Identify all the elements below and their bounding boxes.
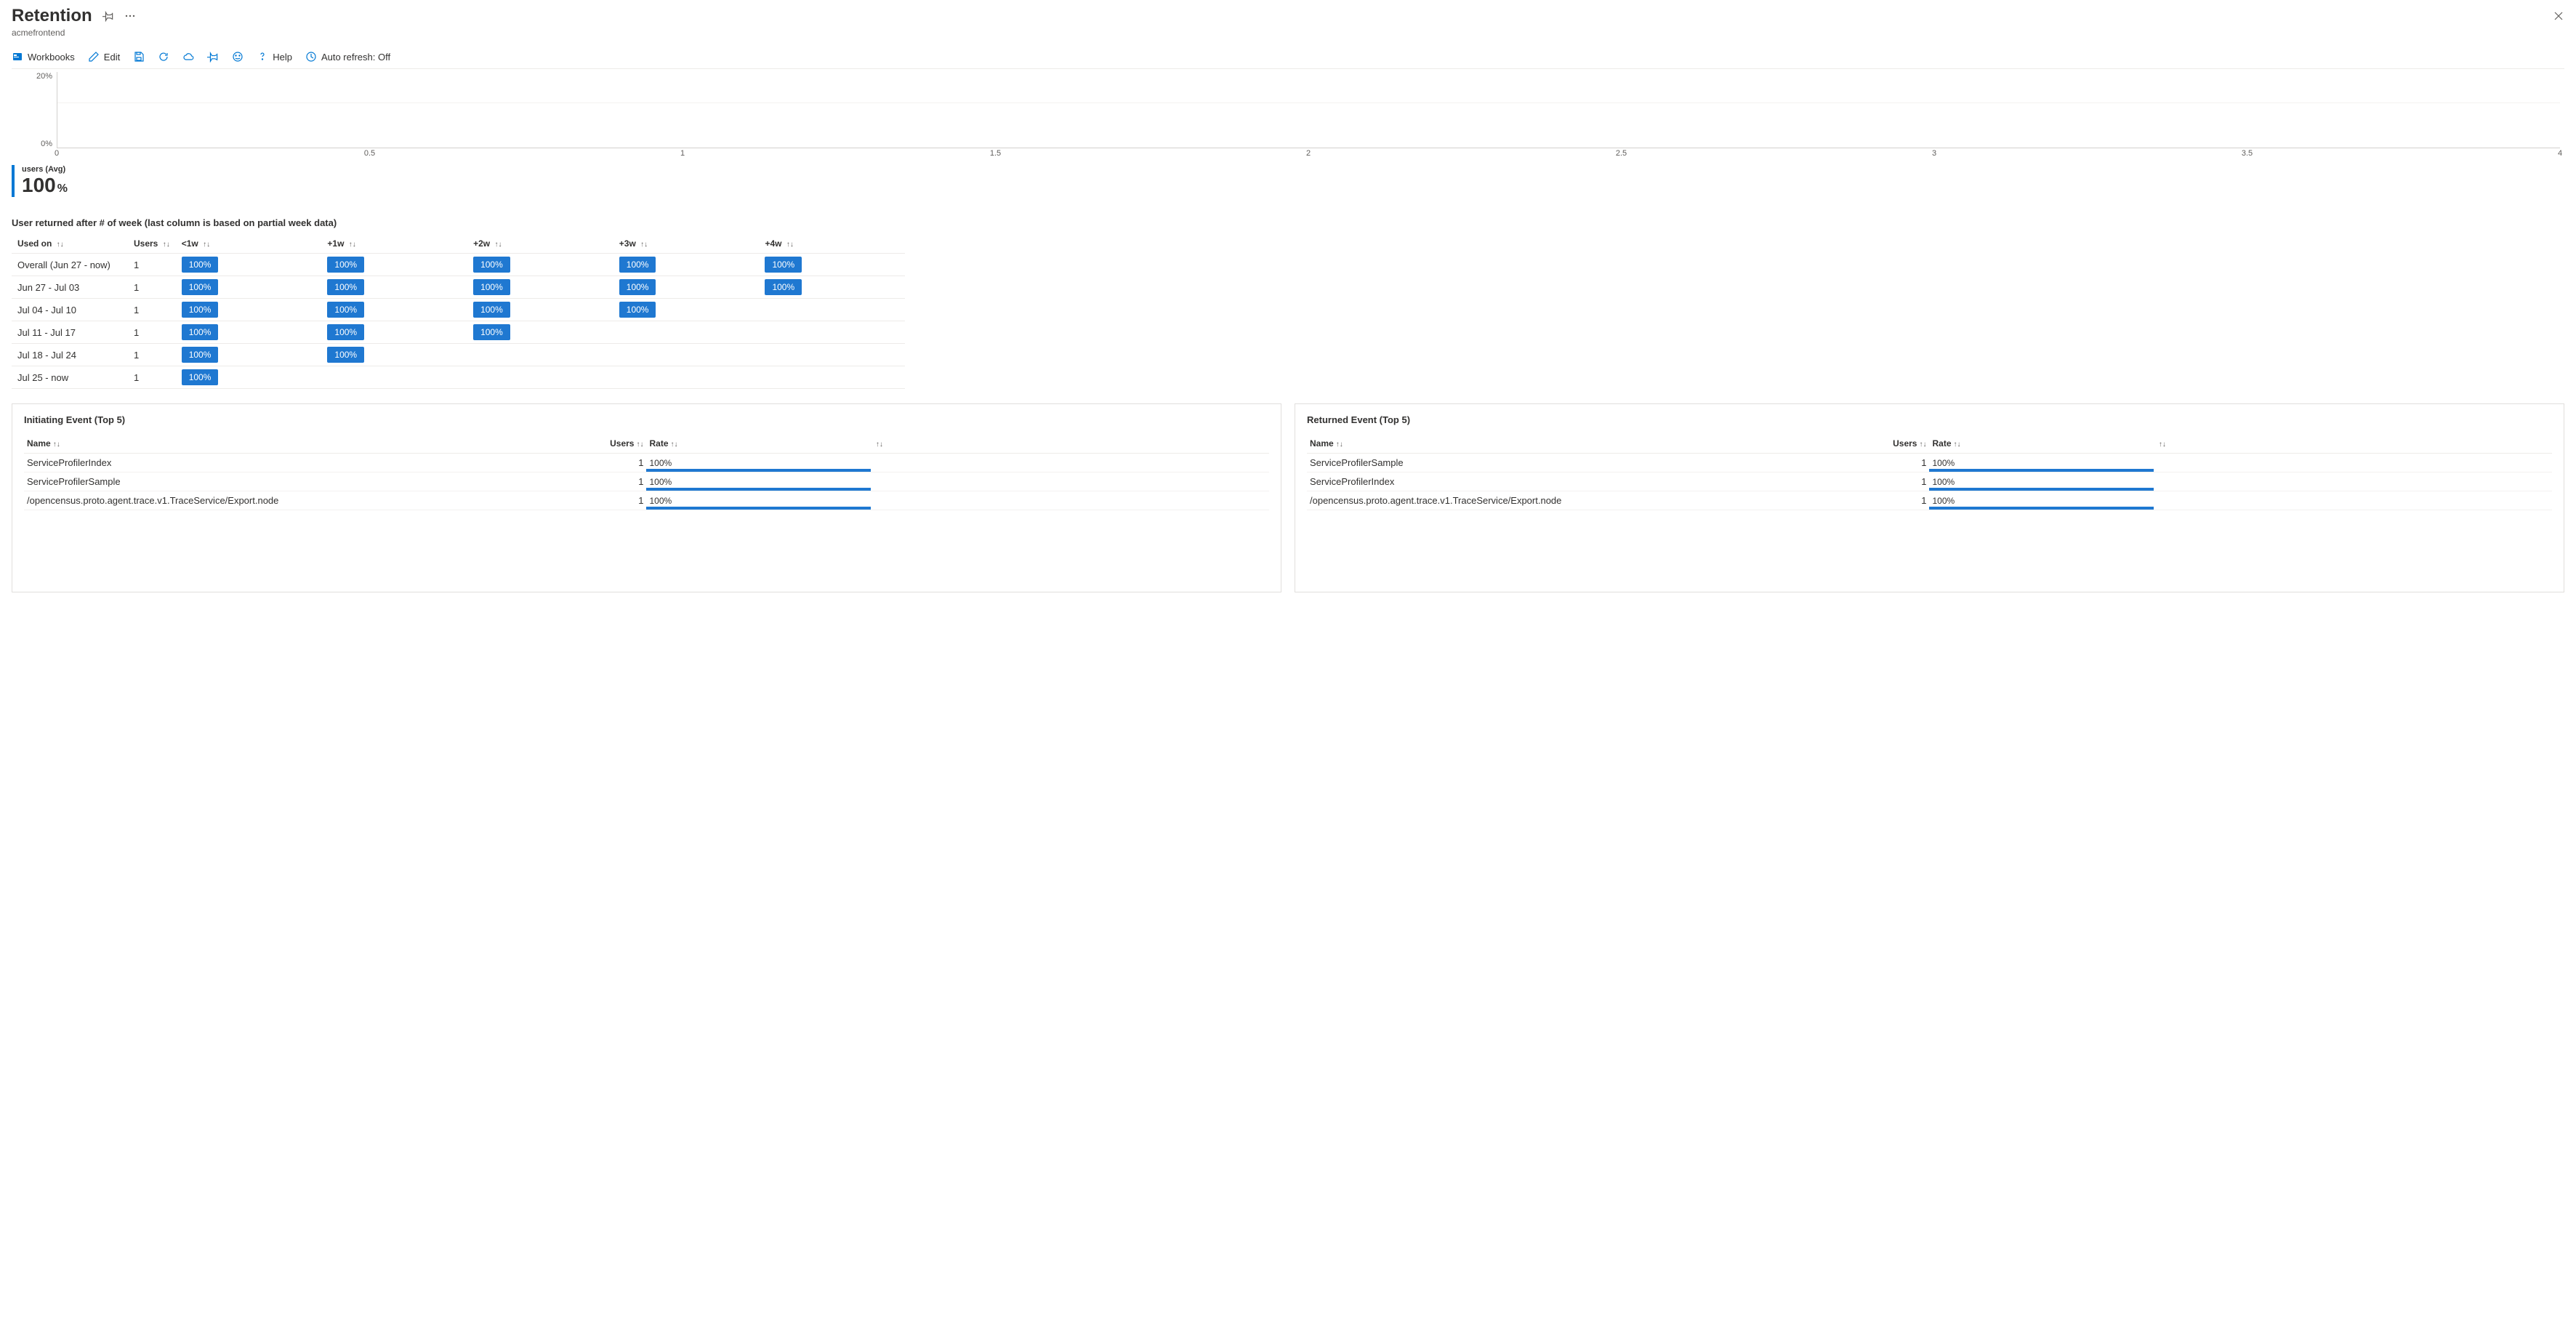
- auto-refresh-label: Auto refresh: Off: [321, 52, 390, 63]
- edit-button[interactable]: Edit: [88, 51, 120, 63]
- retention-pill: 100%: [182, 302, 219, 318]
- retention-pill: 100%: [473, 324, 510, 340]
- table-row[interactable]: ServiceProfilerSample1100%: [24, 473, 1269, 491]
- retention-pill: 100%: [327, 324, 364, 340]
- pin-icon[interactable]: [102, 10, 114, 22]
- retention-pill: 100%: [182, 369, 219, 385]
- save-icon[interactable]: [133, 51, 145, 63]
- column-header[interactable]: <1w ↑↓: [176, 234, 322, 254]
- table-row[interactable]: Jul 04 - Jul 101100%100%100%100%: [12, 299, 905, 321]
- retention-pill: 100%: [473, 279, 510, 295]
- column-header[interactable]: Users↑↓: [547, 434, 646, 454]
- retention-pill: 100%: [765, 257, 802, 273]
- column-header[interactable]: Rate↑↓: [1929, 434, 2153, 454]
- kpi-users-avg: users (Avg) 100%: [12, 165, 2564, 197]
- returned-title: Returned Event (Top 5): [1307, 414, 2552, 425]
- column-header[interactable]: +1w ↑↓: [321, 234, 467, 254]
- more-icon[interactable]: [124, 10, 136, 22]
- table-row[interactable]: ServiceProfilerSample1100%: [1307, 454, 2552, 473]
- retention-pill: 100%: [619, 279, 656, 295]
- resource-name: acmefrontend: [12, 28, 2564, 38]
- close-icon[interactable]: [2553, 10, 2564, 22]
- retention-pill: 100%: [765, 279, 802, 295]
- edit-label: Edit: [104, 52, 120, 63]
- retention-pill: 100%: [182, 279, 219, 295]
- retention-pill: 100%: [182, 257, 219, 273]
- column-header[interactable]: Name↑↓: [24, 434, 547, 454]
- help-label: Help: [273, 52, 292, 63]
- retention-pill: 100%: [327, 279, 364, 295]
- page-title: Retention: [12, 6, 92, 26]
- table-row[interactable]: Jul 25 - now1100%: [12, 366, 905, 389]
- column-header[interactable]: Used on ↑↓: [12, 234, 128, 254]
- table-row[interactable]: Jul 18 - Jul 241100%100%: [12, 344, 905, 366]
- column-header[interactable]: ↑↓: [2154, 434, 2552, 454]
- retention-pill: 100%: [473, 257, 510, 273]
- retention-pill: 100%: [619, 302, 656, 318]
- column-header[interactable]: ↑↓: [871, 434, 1269, 454]
- workbooks-label: Workbooks: [28, 52, 75, 63]
- retention-pill: 100%: [182, 324, 219, 340]
- retention-pill: 100%: [327, 257, 364, 273]
- table-row[interactable]: Overall (Jun 27 - now)1100%100%100%100%1…: [12, 254, 905, 276]
- retention-chart: 20%0% 00.511.522.533.54: [20, 72, 2564, 159]
- table-row[interactable]: Jun 27 - Jul 031100%100%100%100%100%: [12, 276, 905, 299]
- table-row[interactable]: ServiceProfilerIndex1100%: [24, 454, 1269, 473]
- initiating-title: Initiating Event (Top 5): [24, 414, 1269, 425]
- kpi-label: users (Avg): [22, 165, 2564, 174]
- kpi-value: 100: [22, 174, 56, 197]
- pin-toolbar-icon[interactable]: [207, 51, 219, 63]
- retention-pill: 100%: [327, 302, 364, 318]
- column-header[interactable]: Name↑↓: [1307, 434, 1830, 454]
- retention-pill: 100%: [619, 257, 656, 273]
- cloud-icon[interactable]: [182, 51, 194, 63]
- retention-pill: 100%: [182, 347, 219, 363]
- table-row[interactable]: ServiceProfilerIndex1100%: [1307, 473, 2552, 491]
- auto-refresh-button[interactable]: Auto refresh: Off: [305, 51, 390, 63]
- table-row[interactable]: Jul 11 - Jul 171100%100%100%: [12, 321, 905, 344]
- title-bar: Retention: [12, 6, 2564, 26]
- column-header[interactable]: Users↑↓: [1830, 434, 1929, 454]
- returned-table: Name↑↓Users↑↓Rate↑↓↑↓ ServiceProfilerSam…: [1307, 434, 2552, 510]
- kpi-unit: %: [57, 182, 68, 195]
- refresh-icon[interactable]: [158, 51, 169, 63]
- retention-table: Used on ↑↓Users ↑↓<1w ↑↓+1w ↑↓+2w ↑↓+3w …: [12, 234, 905, 389]
- help-button[interactable]: Help: [257, 51, 292, 63]
- column-header[interactable]: +4w ↑↓: [759, 234, 905, 254]
- column-header[interactable]: Rate↑↓: [646, 434, 870, 454]
- column-header[interactable]: Users ↑↓: [128, 234, 176, 254]
- feedback-icon[interactable]: [232, 51, 243, 63]
- retention-caption: User returned after # of week (last colu…: [12, 217, 2564, 228]
- returned-event-panel: Returned Event (Top 5) Name↑↓Users↑↓Rate…: [1295, 403, 2564, 592]
- workbooks-button[interactable]: Workbooks: [12, 51, 75, 63]
- column-header[interactable]: +2w ↑↓: [467, 234, 613, 254]
- toolbar: Workbooks Edit Help Auto refresh: Off: [12, 44, 2564, 69]
- initiating-event-panel: Initiating Event (Top 5) Name↑↓Users↑↓Ra…: [12, 403, 1281, 592]
- table-row[interactable]: /opencensus.proto.agent.trace.v1.TraceSe…: [1307, 491, 2552, 510]
- retention-pill: 100%: [327, 347, 364, 363]
- retention-pill: 100%: [473, 302, 510, 318]
- initiating-table: Name↑↓Users↑↓Rate↑↓↑↓ ServiceProfilerInd…: [24, 434, 1269, 510]
- column-header[interactable]: +3w ↑↓: [613, 234, 760, 254]
- table-row[interactable]: /opencensus.proto.agent.trace.v1.TraceSe…: [24, 491, 1269, 510]
